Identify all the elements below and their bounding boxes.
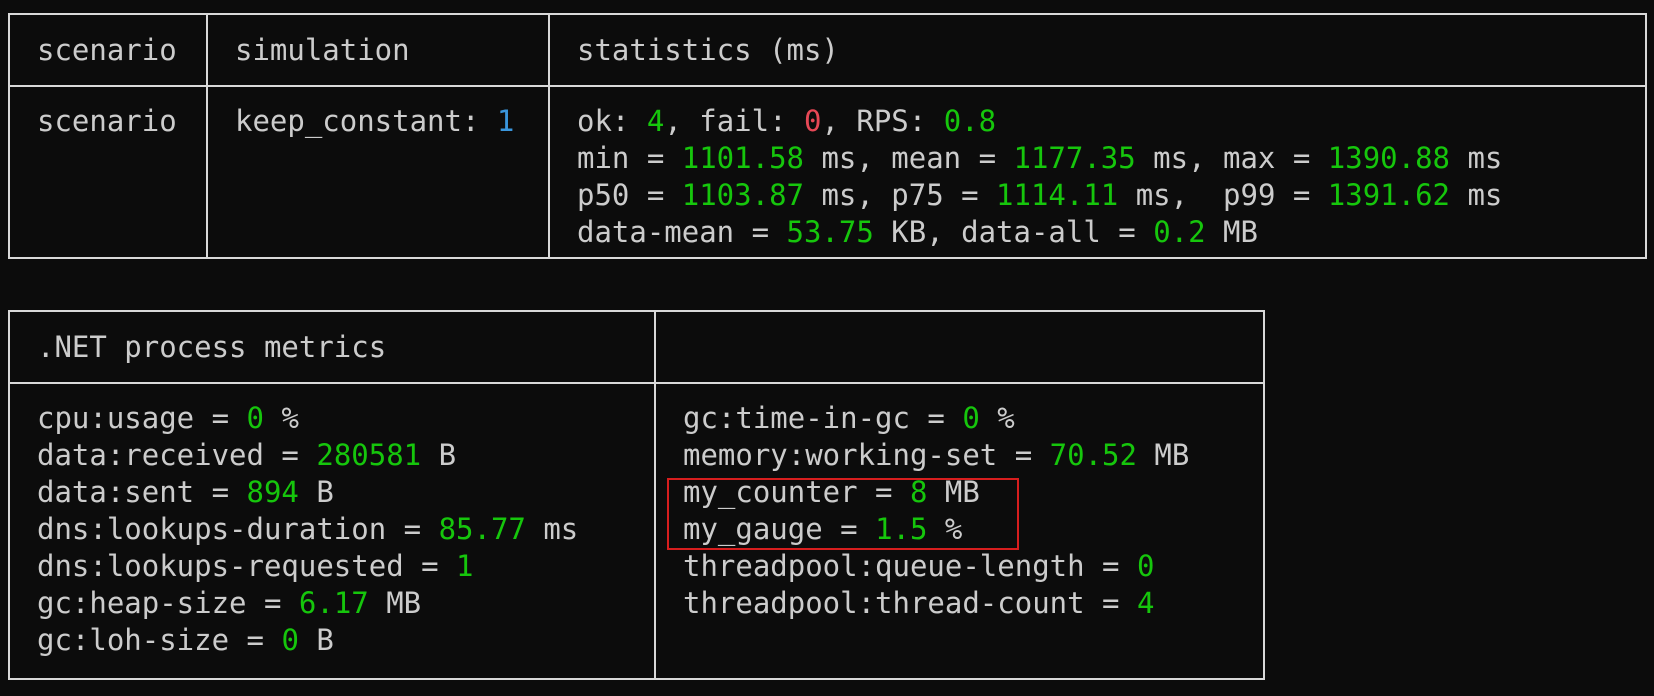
p75-label: ms, p75 = (803, 178, 997, 212)
data-all-unit: MB (1205, 215, 1258, 249)
metric-line: gc:loh-size = 0 B (37, 622, 653, 659)
metric-unit: B (298, 475, 334, 509)
scenario-stats-table: scenario simulation statistics (ms) scen… (8, 13, 1647, 259)
stats-line-latency: min = 1101.58 ms, mean = 1177.35 ms, max… (577, 140, 1644, 177)
metric-label: gc:time-in-gc = (683, 401, 963, 435)
mean-value: 1177.35 (1013, 141, 1136, 175)
metric-unit: MB (1136, 438, 1190, 472)
metric-unit: % (263, 401, 299, 435)
ok-value: 4 (646, 104, 665, 138)
metric-line: data:sent = 894 B (37, 474, 653, 511)
p99-label: ms, p99 = (1118, 178, 1328, 212)
metric-value: 0 (962, 401, 980, 435)
metric-line: dns:lookups-duration = 85.77 ms (37, 511, 653, 548)
max-value: 1390.88 (1327, 141, 1450, 175)
stats-line-counts: ok: 4, fail: 0, RPS: 0.8 (577, 103, 1644, 140)
metric-label: threadpool:queue-length = (683, 549, 1137, 583)
header-scenario: scenario (8, 13, 208, 87)
data-mean-unit: KB (873, 215, 927, 249)
metric-unit: ms (525, 512, 579, 546)
header-statistics: statistics (ms) (548, 13, 1647, 87)
metric-line: data:received = 280581 B (37, 437, 653, 474)
metric-label: dns:lookups-requested = (37, 549, 457, 583)
mean-label: ms, mean = (803, 141, 1014, 175)
metric-value: 0 (246, 401, 264, 435)
metric-line: gc:heap-size = 6.17 MB (37, 585, 653, 622)
data-all-value: 0.2 (1153, 215, 1206, 249)
metric-value: 894 (246, 475, 299, 509)
rps-value: 0.8 (943, 104, 997, 138)
metrics-table-row: cpu:usage = 0 % data:received = 280581 Bd… (8, 382, 1265, 680)
p50-label: p50 = (577, 178, 682, 212)
metric-line: threadpool:queue-length = 0 (683, 548, 1262, 585)
metric-value: 0 (1136, 549, 1155, 583)
fail-value: 0 (804, 104, 822, 138)
max-unit: ms (1450, 141, 1503, 175)
p75-value: 1114.11 (996, 178, 1119, 212)
p99-value: 1391.62 (1327, 178, 1450, 212)
metric-label: gc:heap-size = (37, 586, 299, 620)
metric-label: threadpool:thread-count = (683, 586, 1137, 620)
metric-line: memory:working-set = 70.52 MB (683, 437, 1262, 474)
simulation-label: keep_constant: (235, 104, 497, 138)
scenario-table-header-row: scenario simulation statistics (ms) (8, 13, 1647, 87)
p99-unit: ms (1450, 178, 1503, 212)
metric-label: dns:lookups-duration = (37, 512, 439, 546)
ok-label: ok: (577, 104, 647, 138)
metric-value: 1 (456, 549, 474, 583)
data-mean-value: 53.75 (786, 215, 874, 249)
fail-label: , fail: (664, 104, 804, 138)
metric-unit: B (298, 623, 334, 657)
metric-label: gc:loh-size = (37, 623, 282, 657)
metric-value: 0 (281, 623, 299, 657)
metric-value: 85.77 (438, 512, 526, 546)
scenario-table-row: scenario keep_constant: 1 ok: 4, fail: 0… (8, 85, 1647, 259)
max-label: ms, max = (1135, 141, 1328, 175)
metric-label: data:received = (37, 438, 317, 472)
metrics-table-header-row: .NET process metrics (8, 310, 1265, 384)
process-metrics-table: .NET process metrics cpu:usage = 0 % data… (8, 310, 1265, 680)
rps-label: , RPS: (821, 104, 944, 138)
simulation-value: 1 (496, 104, 515, 138)
p50-value: 1103.87 (681, 178, 804, 212)
metric-line: threadpool:thread-count = 4 (683, 585, 1262, 622)
metric-value: 6.17 (298, 586, 369, 620)
header-empty (654, 310, 1265, 384)
metric-line: gc:time-in-gc = 0 % (683, 400, 1262, 437)
stats-line-data: data-mean = 53.75 KB, data-all = 0.2 MB (577, 214, 1644, 251)
header-process-metrics: .NET process metrics (8, 310, 656, 384)
metric-line: cpu:usage = 0 % (37, 400, 653, 437)
min-label: min = (577, 141, 682, 175)
scenario-name-cell: scenario (8, 85, 208, 259)
stats-line-percentiles: p50 = 1103.87 ms, p75 = 1114.11 ms, p99 … (577, 177, 1644, 214)
custom-metrics-highlight-box (667, 478, 1019, 550)
metric-value: 4 (1136, 586, 1155, 620)
metric-unit: MB (368, 586, 422, 620)
metric-value: 280581 (316, 438, 422, 472)
data-mean-label: data-mean = (577, 215, 787, 249)
metric-unit: % (979, 401, 1015, 435)
metric-line: dns:lookups-requested = 1 (37, 548, 653, 585)
header-simulation: simulation (206, 13, 550, 87)
metric-label: cpu:usage = (37, 401, 247, 435)
simulation-cell: keep_constant: 1 (206, 85, 550, 259)
min-value: 1101.58 (681, 141, 804, 175)
metric-label: memory:working-set = (683, 438, 1050, 472)
metrics-left-cell: cpu:usage = 0 % data:received = 280581 Bd… (8, 382, 656, 680)
statistics-cell: ok: 4, fail: 0, RPS: 0.8 min = 1101.58 ms… (548, 85, 1647, 259)
data-all-label: , data-all = (926, 215, 1154, 249)
metric-unit: B (421, 438, 457, 472)
metric-value: 70.52 (1049, 438, 1137, 472)
metric-label: data:sent = (37, 475, 247, 509)
